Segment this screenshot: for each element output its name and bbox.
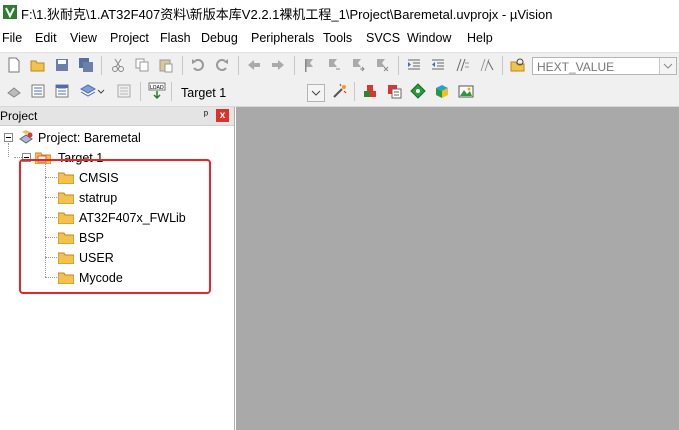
redo-icon[interactable] bbox=[214, 57, 230, 73]
batch-build-icon[interactable] bbox=[80, 83, 96, 99]
options-for-target-icon[interactable] bbox=[332, 83, 348, 99]
save-icon[interactable] bbox=[54, 57, 70, 73]
file-toolbar: HEXT_VALUE bbox=[0, 52, 679, 79]
menu-svcs[interactable]: SVCS bbox=[366, 31, 400, 45]
build-icon[interactable] bbox=[30, 83, 46, 99]
menu-file[interactable]: File bbox=[2, 31, 22, 45]
uncomment-icon[interactable] bbox=[478, 57, 494, 73]
svg-text:LOAD: LOAD bbox=[150, 85, 164, 91]
project-collapse-toggle[interactable] bbox=[4, 133, 13, 142]
chevron-down-icon[interactable] bbox=[659, 58, 676, 74]
bookmark-next-icon[interactable] bbox=[350, 57, 366, 73]
tree-project-root[interactable]: Project: Baremetal bbox=[38, 131, 141, 145]
menu-bar: File Edit View Project Flash Debug Perip… bbox=[0, 29, 679, 48]
bookmark-previous-icon[interactable] bbox=[326, 57, 342, 73]
title-bar: F:\1.狄耐克\1.AT32F407资料\新版本库V2.2.1裸机工程_1\P… bbox=[0, 0, 679, 24]
indent-icon[interactable] bbox=[406, 57, 422, 73]
project-icon bbox=[19, 130, 33, 144]
paste-icon[interactable] bbox=[158, 57, 174, 73]
chevron-down-icon[interactable] bbox=[307, 84, 325, 102]
stop-build-icon[interactable] bbox=[116, 83, 132, 99]
copy-icon[interactable] bbox=[134, 57, 150, 73]
navigate-back-icon[interactable] bbox=[246, 57, 262, 73]
manage-components-icon[interactable] bbox=[362, 83, 378, 99]
menu-debug[interactable]: Debug bbox=[201, 31, 238, 45]
translate-icon[interactable] bbox=[6, 83, 22, 99]
menu-flash[interactable]: Flash bbox=[160, 31, 191, 45]
menu-edit[interactable]: Edit bbox=[35, 31, 57, 45]
download-load-icon[interactable]: LOAD bbox=[148, 82, 166, 100]
select-packs-icon[interactable] bbox=[386, 83, 402, 99]
cut-icon[interactable] bbox=[110, 57, 126, 73]
window-title: F:\1.狄耐克\1.AT32F407资料\新版本库V2.2.1裸机工程_1\P… bbox=[21, 7, 553, 22]
undo-icon[interactable] bbox=[190, 57, 206, 73]
menu-help[interactable]: Help bbox=[467, 31, 493, 45]
menu-window[interactable]: Window bbox=[407, 31, 451, 45]
close-panel-button[interactable]: x bbox=[216, 109, 229, 122]
chevron-down-icon[interactable] bbox=[96, 83, 106, 99]
rebuild-icon[interactable] bbox=[54, 83, 70, 99]
layers-icon[interactable] bbox=[458, 83, 474, 99]
navigate-forward-icon[interactable] bbox=[270, 57, 286, 73]
project-panel-header: Project ᵖ x bbox=[0, 107, 234, 126]
editor-workspace bbox=[236, 107, 679, 430]
green-diamond-icon[interactable] bbox=[410, 83, 426, 99]
bookmark-clear-icon[interactable] bbox=[374, 57, 390, 73]
new-file-icon[interactable] bbox=[6, 57, 22, 73]
menu-project[interactable]: Project bbox=[110, 31, 149, 45]
comment-icon[interactable] bbox=[454, 57, 470, 73]
uvision-app-icon bbox=[3, 5, 17, 19]
highlight-box bbox=[19, 159, 211, 294]
target-select[interactable] bbox=[177, 83, 325, 102]
menu-peripherals[interactable]: Peripherals bbox=[251, 31, 314, 45]
pin-icon[interactable]: ᵖ bbox=[200, 109, 212, 122]
project-panel-title: Project bbox=[0, 109, 38, 123]
save-all-icon[interactable] bbox=[78, 57, 94, 73]
open-folder-icon[interactable] bbox=[30, 57, 46, 73]
find-combo[interactable]: HEXT_VALUE bbox=[532, 57, 677, 75]
find-combo-value: HEXT_VALUE bbox=[537, 60, 615, 74]
menu-view[interactable]: View bbox=[70, 31, 97, 45]
pack-installer-icon[interactable] bbox=[434, 83, 450, 99]
build-toolbar: LOAD Target 1 bbox=[0, 79, 679, 107]
bookmark-toggle-icon[interactable] bbox=[302, 57, 318, 73]
menu-tools[interactable]: Tools bbox=[323, 31, 352, 45]
find-in-files-icon[interactable] bbox=[510, 57, 526, 73]
unindent-icon[interactable] bbox=[430, 57, 446, 73]
